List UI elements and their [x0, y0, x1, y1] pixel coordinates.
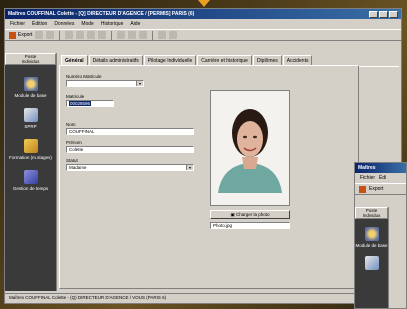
second-sidebar: Poste Individus Module de base: [355, 207, 389, 308]
toolbar-separator: [111, 30, 113, 40]
window-title: Maîtres COUFFINAL Colette - [Q] DIRECTEU…: [8, 11, 195, 17]
second-export-label[interactable]: Export: [369, 186, 383, 192]
prenom-label: Prénom: [66, 140, 82, 145]
training-icon: [23, 139, 38, 153]
pointer-arrow-icon: [198, 0, 210, 7]
sidebar-header-individus[interactable]: Individus: [6, 59, 55, 64]
nom-usage-label: Matricule: [66, 94, 85, 99]
second-sidebar-individus[interactable]: Individus: [356, 213, 387, 218]
second-menu-fichier[interactable]: Fichier: [360, 175, 375, 181]
menu-aide[interactable]: Aide: [130, 21, 140, 27]
export-icon: [9, 31, 16, 39]
prenom-field[interactable]: Colette: [66, 146, 194, 153]
second-menu-bar: Fichier Édi: [355, 173, 406, 183]
print-icon[interactable]: [35, 31, 44, 39]
document-icon: [364, 256, 379, 270]
sidebar-item-formation[interactable]: Formation (m.stages): [5, 139, 56, 160]
status-text: Maîtres COUFFINAL Colette - (Q) DIRECTEU…: [9, 295, 167, 300]
toolbar: Export: [5, 29, 401, 41]
second-sidebar-item-module[interactable]: Module de base: [355, 227, 388, 248]
statut-value: Madame: [69, 165, 87, 170]
cut-icon[interactable]: [65, 31, 74, 39]
toolbar-separator: [152, 30, 154, 40]
second-menu-edition[interactable]: Édi: [379, 175, 386, 181]
status-bar: Maîtres COUFFINAL Colette - (Q) DIRECTEU…: [5, 293, 401, 303]
matricule-label: Numéro Matricule: [66, 74, 102, 79]
copy-icon[interactable]: [76, 31, 85, 39]
refresh-icon[interactable]: [46, 31, 55, 39]
second-window-title: Maîtres: [358, 165, 376, 171]
close-button[interactable]: [389, 10, 398, 18]
load-photo-button[interactable]: ▣ Charger la photo: [210, 210, 290, 219]
content-area: Général Détails administratifs Pilotage …: [59, 55, 399, 291]
binoculars-icon[interactable]: [98, 31, 107, 39]
prenom-value: Colette: [69, 147, 84, 152]
title-bar: Maîtres COUFFINAL Colette - [Q] DIRECTEU…: [5, 9, 401, 19]
general-panel: Numéro Matricule ▾ Matricule 00028596 No…: [59, 65, 359, 289]
nom-field[interactable]: COUFFINAL: [66, 128, 194, 135]
chevron-down-icon[interactable]: ▾: [186, 165, 193, 170]
sidebar-item-gestion-temps[interactable]: Gestion de temps: [5, 170, 56, 191]
settings-icon[interactable]: [158, 31, 167, 39]
user-module-icon: [364, 227, 379, 241]
second-content: [391, 209, 406, 308]
window-controls: [369, 10, 398, 18]
chevron-down-icon[interactable]: ▾: [136, 81, 143, 86]
first-record-icon[interactable]: [117, 31, 126, 39]
photo-filename: Photo.jpg: [213, 223, 233, 228]
statut-label: Statut: [66, 158, 78, 163]
second-sidebar-item-label: Module de base: [355, 243, 388, 248]
photo-filename-field[interactable]: Photo.jpg: [210, 222, 290, 229]
menu-historique[interactable]: Historique: [101, 21, 124, 27]
main-window: Maîtres COUFFINAL Colette - [Q] DIRECTEU…: [4, 8, 402, 304]
load-photo-label: Charger la photo: [235, 212, 270, 217]
maximize-button[interactable]: [379, 10, 388, 18]
menu-fichier[interactable]: Fichier: [10, 21, 25, 27]
menu-donnees[interactable]: Données: [54, 21, 74, 27]
sidebar-item-label: Gestion de temps: [12, 186, 49, 191]
user-module-icon: [23, 77, 38, 91]
clock-icon: [23, 170, 38, 184]
sidebar-item-label: Formation (m.stages): [9, 155, 52, 160]
nom-label: Nom: [66, 122, 76, 127]
sidebar-item-label: SPRP: [24, 124, 37, 129]
menu-mode[interactable]: Mode: [81, 21, 94, 27]
matricule-field[interactable]: ▾: [66, 80, 144, 87]
sidebar-item-sprp[interactable]: SPRP: [5, 108, 56, 129]
photo-frame: [210, 90, 290, 206]
export-label: Export: [18, 32, 33, 38]
sidebar-item-label: Module de base: [14, 93, 47, 98]
second-toolbar: Export: [355, 183, 406, 195]
sidebar-item-module-base[interactable]: Module de base: [5, 77, 56, 98]
nom-value: COUFFINAL: [69, 129, 95, 134]
menu-edition[interactable]: Édition: [32, 21, 47, 27]
paste-icon[interactable]: [87, 31, 96, 39]
second-title-bar: Maîtres: [355, 163, 406, 173]
matricule-number-field[interactable]: 00028596: [66, 100, 114, 107]
sidebar-header: Poste Individus: [5, 53, 56, 65]
second-sidebar-item-doc[interactable]: [355, 256, 388, 272]
toolbar-separator: [59, 30, 61, 40]
matricule-number-value: 00028596: [69, 101, 92, 106]
minimize-button[interactable]: [369, 10, 378, 18]
export-button[interactable]: Export: [9, 31, 33, 39]
second-sidebar-header: Poste Individus: [355, 207, 388, 219]
second-export-icon: [359, 185, 366, 193]
grid-icon[interactable]: [128, 31, 137, 39]
sidebar: Poste Individus Module de base SPRP Form…: [5, 53, 57, 291]
statut-select[interactable]: Madame ▾: [66, 164, 194, 171]
document-icon: [23, 108, 38, 122]
menu-bar: Fichier Édition Données Mode Historique …: [5, 19, 401, 29]
person-photo: [212, 97, 288, 193]
help-icon[interactable]: [169, 31, 178, 39]
second-window: Maîtres Fichier Édi Export Poste Individ…: [354, 162, 407, 309]
list-icon[interactable]: [139, 31, 148, 39]
